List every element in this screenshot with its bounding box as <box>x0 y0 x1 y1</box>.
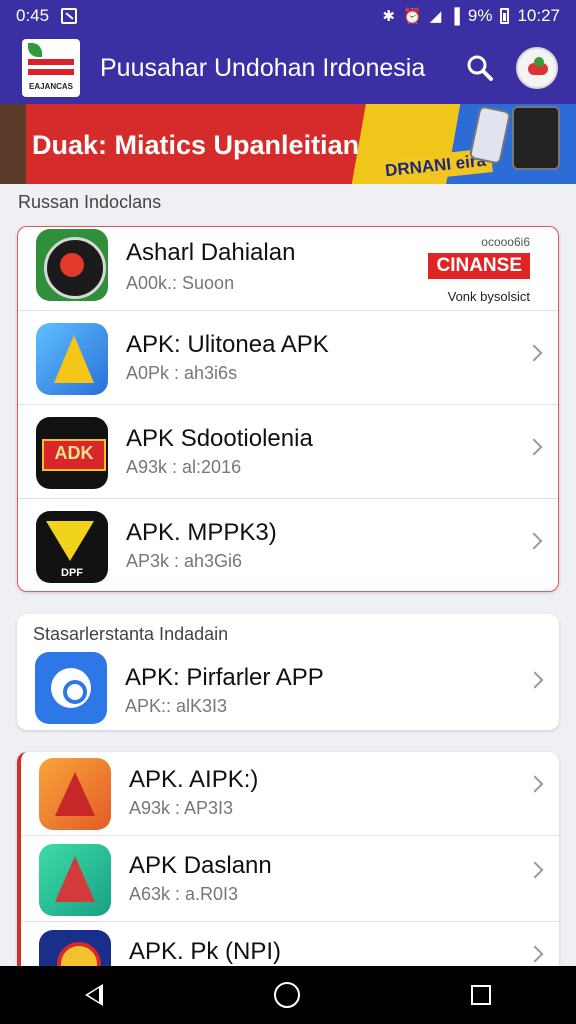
status-bar: 0:45 ✱ ⏰ ◢ ▐ 9% 10:27 <box>0 0 576 32</box>
battery-percent: 9% <box>467 6 493 25</box>
triangle-app-icon <box>36 323 108 395</box>
app-meta: AP3k : ah3Gi6 <box>126 551 243 571</box>
app-name: APK. AIPK:) <box>129 766 259 793</box>
app-list-card: APK. AIPK:) A93k : AP3I3 APK Daslann A63… <box>17 752 559 966</box>
app-meta: A63k : a.R0I3 <box>129 884 239 904</box>
notification-icon <box>61 8 78 24</box>
banner-headline: Duak: Miatics Upanleitian <box>32 130 360 160</box>
app-name: Asharl Dahialan <box>126 239 296 266</box>
alarm-icon: ⏰ <box>403 7 422 25</box>
app-meta: A0Pk : ah3i6s <box>126 363 238 383</box>
section-label: Stasarlerstanta Indadain <box>33 624 229 644</box>
flower-emblem-icon <box>36 229 108 301</box>
list-item[interactable]: APK: Pirfarler APP APK:: alK3I3 <box>17 644 559 730</box>
leaf-icon <box>28 43 42 57</box>
app-list-card: Stasarlerstanta Indadain APK: Pirfarler … <box>17 614 559 730</box>
status-time: 0:45 <box>16 6 50 25</box>
app-meta: A00k.: Suoon <box>126 273 235 293</box>
search-button[interactable] <box>462 50 498 86</box>
chevron-right-icon <box>526 861 544 879</box>
list-item[interactable]: APK. MPPK3) AP3k : ah3Gi6 <box>18 499 558 591</box>
list-item[interactable]: Asharl Dahialan A00k.: Suoon ocooo6i6 CI… <box>18 227 558 311</box>
avatar[interactable] <box>516 47 558 89</box>
chevron-right-icon <box>526 775 544 793</box>
app-name: APK: Ulitonea APK <box>126 331 329 358</box>
search-icon <box>467 55 493 81</box>
status-clock: 10:27 <box>517 6 560 25</box>
teal-triangle-icon <box>39 844 111 916</box>
app-name: APK. MPPK3) <box>126 519 277 546</box>
list-item[interactable]: APK. Pk (NPI) <box>21 922 559 966</box>
bluetooth-icon: ✱ <box>382 7 395 25</box>
app-name: APK Sdootiolenia <box>126 425 313 452</box>
adk-logo-icon <box>36 417 108 489</box>
app-name: APK. Pk (NPI) <box>129 938 282 965</box>
app-name: APK Daslann <box>129 852 272 879</box>
signal-icon: ▐ <box>449 7 460 25</box>
ad-logo: CINANSE <box>428 253 530 279</box>
logo-caption: EAJANCAS <box>28 82 73 91</box>
app-list-card: Asharl Dahialan A00k.: Suoon ocooo6i6 CI… <box>17 226 559 592</box>
app-title: Puusahar Undohan Irdonesia <box>100 53 426 82</box>
list-item[interactable]: APK. AIPK:) A93k : AP3I3 <box>21 752 559 836</box>
list-item[interactable]: APK: Ulitonea APK A0Pk : ah3i6s <box>18 311 558 405</box>
dpf-triangle-icon <box>36 511 108 583</box>
app-meta: A93k : AP3I3 <box>129 798 234 818</box>
phone-image <box>468 105 512 165</box>
app-logo[interactable]: EAJANCAS <box>22 39 80 97</box>
list-item[interactable]: APK Daslann A63k : a.R0I3 <box>21 836 559 922</box>
app-name: APK: Pirfarler APP <box>125 664 324 691</box>
promo-banner[interactable]: Duak: Miatics Upanleitian DRNANI eira <box>0 104 576 184</box>
app-meta: A93k : al:2016 <box>126 457 242 477</box>
system-nav-bar <box>0 966 576 1024</box>
chevron-right-icon <box>525 532 543 550</box>
ad-block[interactable]: ocooo6i6 CINANSE Vonk bysolsict <box>410 235 530 304</box>
shield-app-icon <box>35 652 107 724</box>
wifi-icon: ◢ <box>429 7 442 25</box>
chevron-right-icon <box>525 438 543 456</box>
phone-image <box>512 106 560 170</box>
red-triangle-icon <box>39 758 111 830</box>
battery-icon <box>500 8 510 24</box>
back-icon[interactable] <box>85 984 104 1006</box>
chevron-right-icon <box>525 344 543 362</box>
recent-apps-icon[interactable] <box>470 985 491 1005</box>
badge-app-icon <box>39 930 111 966</box>
home-icon[interactable] <box>273 982 300 1008</box>
chevron-right-icon <box>526 945 544 963</box>
section-label: Russan Indoclans <box>18 192 162 212</box>
list-item[interactable]: APK Sdootiolenia A93k : al:2016 <box>18 405 558 499</box>
app-bar: EAJANCAS Puusahar Undohan Irdonesia <box>0 32 576 104</box>
app-meta: APK:: alK3I3 <box>125 696 228 716</box>
chevron-right-icon <box>526 671 544 689</box>
